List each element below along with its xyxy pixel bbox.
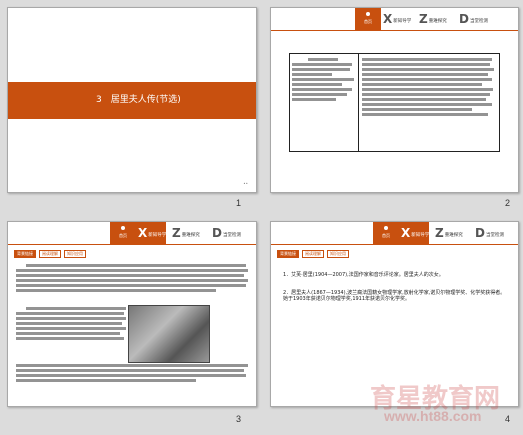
nav-item-xinzhi[interactable]: X 新知导学: [401, 226, 430, 240]
body-text-bottom: [16, 362, 248, 384]
nav-label: 新知导学: [411, 233, 430, 238]
slide-header: 首页 X 新知导学 Z 重难探究 D 当堂检测: [8, 222, 256, 245]
nav-item-dangtang[interactable]: D 当堂检测: [475, 226, 504, 240]
slide-number: 3: [236, 414, 242, 424]
curie-note: 2．居里夫人(1867—1934),波兰裔法国籍女物理学家,放射化学家,诺贝尔物…: [283, 290, 506, 302]
nav-label: 重难探究: [444, 233, 463, 238]
nav-label: 当堂检测: [485, 233, 504, 238]
body-text-left: [16, 305, 126, 342]
slide-number: 2: [505, 198, 511, 208]
slide-2-thumbnail[interactable]: 首页 X 新知导学 Z 重难探究 D 当堂检测: [270, 7, 519, 193]
nav-label: 当堂检测: [469, 19, 488, 24]
nav-item-xinzhi[interactable]: X 新知导学: [138, 226, 167, 240]
nav-item-dangtang[interactable]: D 当堂检测: [212, 226, 241, 240]
nav-letter: X: [138, 226, 148, 240]
slide-header: 首页 X 新知导学 Z 重难探究 D 当堂检测: [271, 222, 518, 245]
nav-item-dangtang[interactable]: D 当堂检测: [459, 12, 488, 26]
nav-item-zhongnan[interactable]: Z 重难探究: [419, 12, 447, 26]
home-icon: [366, 12, 370, 16]
nav-letter: D: [212, 226, 222, 240]
home-label: 首页: [119, 233, 127, 238]
body-text-top: [16, 262, 248, 294]
nav-item-zhongnan[interactable]: Z 重难探究: [435, 226, 463, 240]
home-tab[interactable]: 首页: [355, 8, 381, 30]
home-icon: [384, 226, 388, 230]
home-tab[interactable]: 首页: [373, 222, 399, 244]
nav-item-xinzhi[interactable]: X 新知导学: [383, 12, 412, 26]
table-right-column: [362, 56, 496, 118]
vocab-table: [289, 53, 500, 152]
nav-letter: D: [459, 12, 469, 26]
author-note: 1．艾芙·居里(1904—2007),法国作家和音乐评论家。居里夫人的次女。: [283, 272, 444, 278]
curie-photo: [128, 305, 210, 363]
nav-letter: X: [383, 12, 393, 26]
slide-number: 4: [505, 414, 511, 424]
section-tabs: 背景链接 阅读理解 知识应用: [14, 250, 86, 258]
slide-3-thumbnail[interactable]: 首页 X 新知导学 Z 重难探究 D 当堂检测 背景链接 阅读理解 知识应用: [7, 221, 257, 407]
header-divider: [271, 244, 518, 245]
home-label: 首页: [382, 233, 390, 238]
nav-label: 新知导学: [148, 233, 167, 238]
slide-1-thumbnail[interactable]: 3 居里夫人传(节选) ••: [7, 7, 257, 193]
nav-letter: X: [401, 226, 411, 240]
nav-label: 当堂检测: [222, 233, 241, 238]
title-band: 3 居里夫人传(节选): [8, 82, 256, 119]
table-left-column: [292, 56, 356, 103]
nav-letter: Z: [435, 226, 444, 240]
watermark-url: www.ht88.com: [384, 408, 482, 424]
slide-title: 3 居里夫人传(节选): [96, 95, 181, 105]
home-icon: [121, 226, 125, 230]
nav-letter: Z: [172, 226, 181, 240]
tab-reading[interactable]: 阅读理解: [302, 250, 324, 258]
slide-number: 1: [236, 198, 242, 208]
slide-footer-mark: ••: [243, 181, 248, 186]
tab-reading[interactable]: 阅读理解: [39, 250, 61, 258]
nav-label: 新知导学: [393, 19, 412, 24]
nav-label: 重难探究: [181, 233, 200, 238]
header-divider: [8, 244, 256, 245]
nav-letter: D: [475, 226, 485, 240]
nav-label: 重难探究: [428, 19, 447, 24]
tab-application[interactable]: 知识应用: [327, 250, 349, 258]
home-label: 首页: [364, 19, 372, 24]
slide-header: 首页 X 新知导学 Z 重难探究 D 当堂检测: [271, 8, 518, 31]
home-tab[interactable]: 首页: [110, 222, 136, 244]
tab-application[interactable]: 知识应用: [64, 250, 86, 258]
tab-background[interactable]: 背景链接: [277, 250, 299, 258]
tab-background[interactable]: 背景链接: [14, 250, 36, 258]
nav-item-zhongnan[interactable]: Z 重难探究: [172, 226, 200, 240]
section-tabs: 背景链接 阅读理解 知识应用: [277, 250, 349, 258]
nav-letter: Z: [419, 12, 428, 26]
header-divider: [271, 30, 518, 31]
